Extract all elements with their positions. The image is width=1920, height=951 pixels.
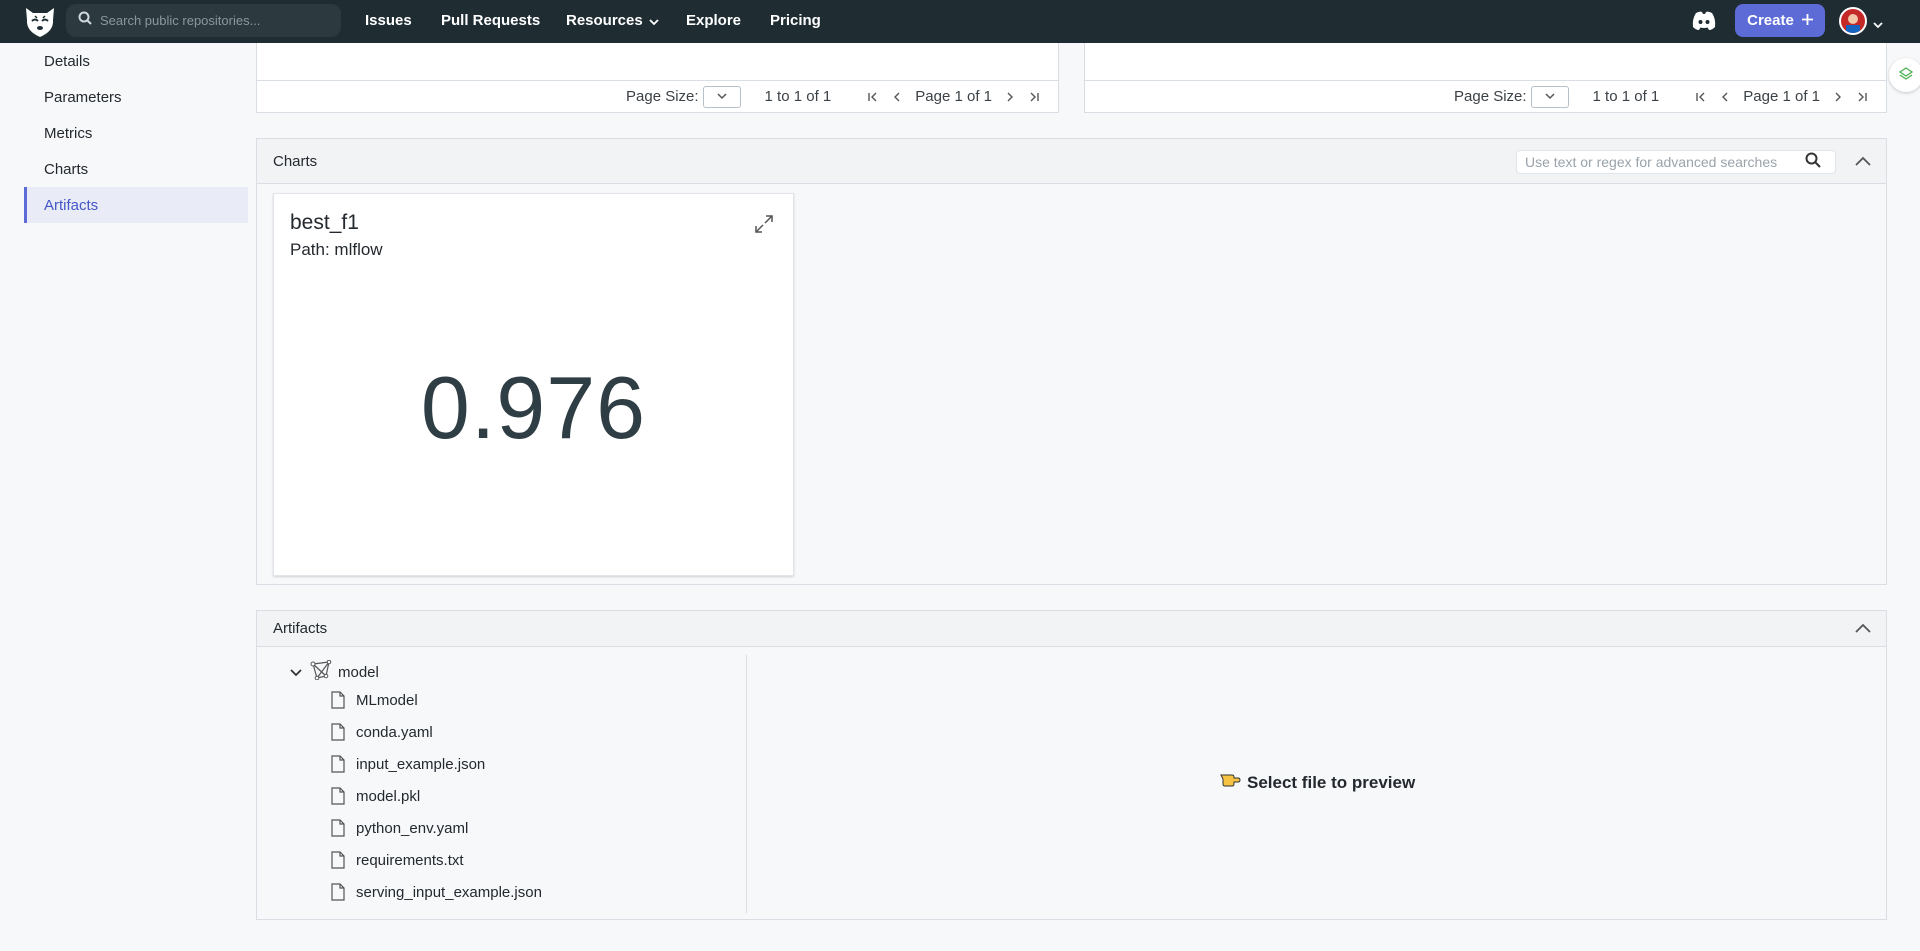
tree-folder-label: model <box>338 663 379 681</box>
file-icon <box>330 755 346 773</box>
sidebar-item-charts[interactable]: Charts <box>24 151 248 187</box>
nav-link-pricing[interactable]: Pricing <box>770 12 821 29</box>
tree-file[interactable]: python_env.yaml <box>330 819 468 837</box>
nav-link-resources-label: Resources <box>566 12 643 29</box>
metric-value: 0.976 <box>420 358 647 457</box>
sidebar-item-details[interactable]: Details <box>24 43 248 79</box>
file-icon <box>330 691 346 709</box>
file-preview-placeholder: Select file to preview <box>1219 772 1415 793</box>
tree-file[interactable]: input_example.json <box>330 755 485 773</box>
nav-link-issues[interactable]: Issues <box>365 12 412 29</box>
nav-link-pull-requests[interactable]: Pull Requests <box>441 12 540 29</box>
row-range: 1 to 1 of 1 <box>764 88 832 105</box>
sidebar-item-metrics[interactable]: Metrics <box>24 115 248 151</box>
dagshub-logo-icon[interactable] <box>22 4 58 39</box>
charts-panel-header[interactable]: Charts <box>257 139 1886 184</box>
tree-file-label: conda.yaml <box>356 723 433 741</box>
tree-file[interactable]: model.pkl <box>330 787 420 805</box>
metric-card-path: Path: mlflow <box>290 240 383 259</box>
user-avatar[interactable] <box>1839 7 1867 35</box>
first-page-icon[interactable] <box>861 92 885 102</box>
artifacts-tree: model MLmodel conda.yaml input_example.j… <box>257 655 747 913</box>
tree-file-label: model.pkl <box>356 787 421 805</box>
floating-helper-icon[interactable] <box>1889 58 1920 92</box>
prev-page-icon[interactable] <box>885 92 909 102</box>
preview-text: Select file to preview <box>1247 772 1416 792</box>
page-size-select[interactable] <box>1530 85 1569 108</box>
next-page-icon[interactable] <box>1826 92 1850 102</box>
tree-file-label: input_example.json <box>356 755 486 773</box>
page-size-label: Page Size: <box>626 88 699 105</box>
tree-file[interactable]: requirements.txt <box>330 851 464 869</box>
row-range: 1 to 1 of 1 <box>1592 88 1660 105</box>
chevron-down-icon <box>649 13 659 30</box>
search-icon[interactable] <box>1805 152 1821 172</box>
page-indicator: Page 1 of 1 <box>915 88 992 105</box>
nav-link-explore[interactable]: Explore <box>686 12 741 29</box>
table-pagination: Page Size: 1 to 1 of 1 Page 1 of 1 <box>1085 80 1886 112</box>
chevron-up-icon[interactable] <box>1854 620 1872 638</box>
artifacts-panel: Artifacts model MLmodel conda.yaml input… <box>256 610 1887 920</box>
search-icon <box>78 11 92 30</box>
sidebar: Details Parameters Metrics Charts Artifa… <box>24 43 248 223</box>
last-page-icon[interactable] <box>1850 92 1874 102</box>
sidebar-item-parameters[interactable]: Parameters <box>24 79 248 115</box>
tree-folder-model[interactable]: model <box>290 659 379 684</box>
page-indicator: Page 1 of 1 <box>1743 88 1820 105</box>
tree-file-label: serving_input_example.json <box>356 883 542 901</box>
artifacts-panel-title: Artifacts <box>273 620 328 637</box>
avatar-chevron-down-icon[interactable] <box>1873 16 1883 34</box>
metric-card: best_f1 Path: mlflow 0.976 <box>273 193 794 576</box>
charts-search-input[interactable] <box>1525 154 1805 170</box>
file-icon <box>330 883 346 901</box>
file-icon <box>330 723 346 741</box>
global-search[interactable] <box>66 4 341 37</box>
tree-file-label: python_env.yaml <box>356 819 469 837</box>
plus-icon <box>1801 12 1813 29</box>
discord-icon[interactable] <box>1691 10 1717 32</box>
tree-file[interactable]: conda.yaml <box>330 723 433 741</box>
artifacts-panel-header[interactable]: Artifacts <box>257 611 1886 647</box>
metrics-table: Page Size: 1 to 1 of 1 Page 1 of 1 <box>1084 43 1887 113</box>
table-pagination: Page Size: 1 to 1 of 1 Page 1 of 1 <box>257 80 1058 112</box>
prev-page-icon[interactable] <box>1713 92 1737 102</box>
create-button-label: Create <box>1747 12 1794 29</box>
nav-link-resources[interactable]: Resources <box>566 12 659 30</box>
file-icon <box>330 851 346 869</box>
expand-icon[interactable] <box>754 214 774 234</box>
tree-file[interactable]: MLmodel <box>330 691 418 709</box>
page-size-label: Page Size: <box>1454 88 1527 105</box>
pointing-hand-icon <box>1219 772 1241 793</box>
chevron-up-icon[interactable] <box>1854 153 1872 171</box>
create-button[interactable]: Create <box>1735 4 1825 37</box>
sidebar-item-artifacts[interactable]: Artifacts <box>24 187 248 223</box>
charts-panel-title: Charts <box>273 152 318 170</box>
parameters-table: Page Size: 1 to 1 of 1 Page 1 of 1 <box>256 43 1059 113</box>
model-icon <box>310 659 332 684</box>
metric-card-title: best_f1 <box>290 211 359 234</box>
chevron-down-icon[interactable] <box>290 664 302 681</box>
file-icon <box>330 819 346 837</box>
tree-file-label: requirements.txt <box>356 851 464 869</box>
next-page-icon[interactable] <box>998 92 1022 102</box>
charts-search[interactable] <box>1516 150 1836 174</box>
top-navbar: Issues Pull Requests Resources Explore P… <box>0 0 1920 43</box>
page-size-select[interactable] <box>702 85 741 108</box>
search-input[interactable] <box>100 13 330 28</box>
first-page-icon[interactable] <box>1689 92 1713 102</box>
tree-file[interactable]: serving_input_example.json <box>330 883 542 901</box>
tree-file-label: MLmodel <box>356 691 418 709</box>
file-icon <box>330 787 346 805</box>
last-page-icon[interactable] <box>1022 92 1046 102</box>
